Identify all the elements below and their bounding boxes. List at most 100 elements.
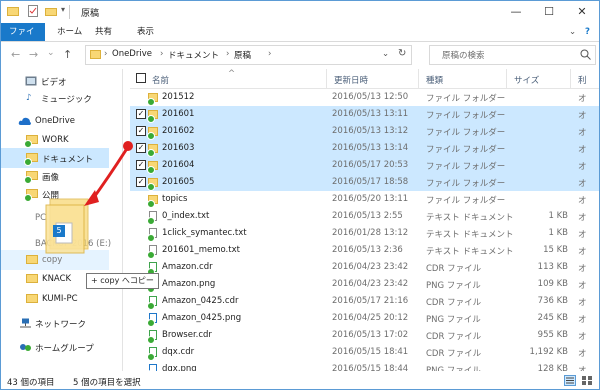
- minimize-button[interactable]: —: [501, 1, 531, 23]
- nav-item-music[interactable]: ♪ ミュージック: [1, 88, 109, 108]
- ribbon-tabs: ファイル ホーム 共有 表示 ⌄ ?: [1, 23, 599, 55]
- file-row[interactable]: topics 2016/05/20 13:11 ファイル フォルダー オ: [130, 191, 599, 208]
- file-row[interactable]: Amazon_0425.cdr 2016/05/17 21:16 CDR ファイル 7…: [130, 293, 599, 310]
- drag-ghost: 5: [40, 193, 95, 263]
- file-row[interactable]: ✓ 201602 2016/05/13 13:12 ファイル フォルダー オ: [130, 123, 599, 140]
- details-view-icon[interactable]: [564, 375, 576, 386]
- nav-item-work[interactable]: WORK: [1, 130, 109, 150]
- file-row[interactable]: 0_index.txt 2016/05/13 2:55 テキスト ドキュメント 1 K…: [130, 208, 599, 225]
- dragged-folders-icon: [45, 198, 89, 254]
- column-divider[interactable]: [418, 69, 419, 88]
- file-type: ファイル フォルダー: [426, 128, 506, 138]
- file-name: Browser.cdr: [162, 330, 212, 340]
- file-size: 1 KB: [548, 211, 568, 221]
- file-row[interactable]: dqx.cdr 2016/05/15 18:41 CDR ファイル 1,192 KB オ: [130, 344, 599, 361]
- row-checkbox[interactable]: ✓: [136, 126, 146, 136]
- row-checkbox[interactable]: ✓: [136, 143, 146, 153]
- navigation-bar: ← → ⌄ ↑ › OneDrive › ドキュメント › 原稿 › ⌄ ↻ 原…: [1, 42, 599, 68]
- file-type: テキスト ドキュメント: [426, 230, 514, 240]
- nav-item-label: KUMI-PC: [42, 294, 78, 304]
- column-divider[interactable]: [506, 69, 507, 88]
- column-extra[interactable]: 利: [578, 74, 587, 86]
- file-row[interactable]: ✓ 201605 2016/05/17 18:58 ファイル フォルダー オ: [130, 174, 599, 191]
- sync-status-icon: [147, 115, 155, 123]
- row-checkbox[interactable]: ✓: [136, 109, 146, 119]
- address-bar[interactable]: › OneDrive › ドキュメント › 原稿 › ⌄ ↻: [85, 45, 412, 65]
- file-row[interactable]: ✓ 201603 2016/05/13 13:14 ファイル フォルダー オ: [130, 140, 599, 157]
- maximize-button[interactable]: ☐: [534, 1, 564, 23]
- file-row[interactable]: Browser.cdr 2016/05/13 17:02 CDR ファイル 955 K…: [130, 327, 599, 344]
- drag-count-badge: 5: [53, 225, 65, 237]
- file-type: ファイル フォルダー: [426, 145, 506, 155]
- new-folder-icon[interactable]: [45, 5, 57, 17]
- file-row[interactable]: dqx.png 2016/05/15 18:44 PNG ファイル 128 KB オ: [130, 361, 599, 371]
- file-row[interactable]: Amazon_0425.png 2016/04/25 20:12 PNG ファイル 2…: [130, 310, 599, 327]
- forward-arrow-icon[interactable]: →: [29, 48, 38, 61]
- tab-file[interactable]: ファイル: [1, 23, 45, 55]
- file-row[interactable]: ✓ 201604 2016/05/17 20:53 ファイル フォルダー オ: [130, 157, 599, 174]
- file-size: 736 KB: [537, 296, 568, 306]
- nav-item-homegroup[interactable]: ホームグループ: [1, 337, 109, 357]
- file-date: 2016/05/20 13:11: [332, 194, 409, 204]
- file-row[interactable]: 201601_memo.txt 2016/05/13 2:36 テキスト ドキュメン…: [130, 242, 599, 259]
- refresh-icon[interactable]: ↻: [398, 48, 406, 59]
- search-icon[interactable]: [580, 49, 591, 60]
- column-name[interactable]: 名前: [152, 74, 169, 86]
- close-button[interactable]: ✕: [567, 1, 597, 23]
- title-divider: [69, 5, 70, 19]
- column-divider[interactable]: [326, 69, 327, 88]
- row-checkbox[interactable]: ✓: [136, 160, 146, 170]
- file-name: Amazon.cdr: [162, 262, 213, 272]
- nav-item-kumi-pc[interactable]: KUMI-PC: [1, 289, 109, 309]
- file-date: 2016/05/15 18:44: [332, 364, 409, 371]
- file-date: 2016/05/13 2:55: [332, 211, 403, 221]
- nav-item-label: ネットワーク: [35, 320, 87, 330]
- help-icon[interactable]: ?: [577, 23, 598, 41]
- search-box[interactable]: 原稿の検索: [429, 45, 596, 65]
- file-row[interactable]: 1click_symantec.txt 2016/01/28 13:12 テキスト …: [130, 225, 599, 242]
- recent-locations-icon[interactable]: ⌄: [47, 48, 55, 58]
- pane-splitter[interactable]: [122, 69, 123, 371]
- file-extra: オ: [578, 298, 587, 308]
- column-date[interactable]: 更新日時: [334, 74, 368, 86]
- nav-item-onedrive[interactable]: OneDrive: [1, 111, 109, 131]
- up-arrow-icon[interactable]: ↑: [63, 48, 72, 61]
- select-all-checkbox[interactable]: [136, 73, 146, 83]
- nav-item-documents[interactable]: ドキュメント: [1, 148, 109, 168]
- tab-home[interactable]: ホーム: [49, 23, 90, 41]
- address-dropdown-icon[interactable]: ⌄: [382, 49, 389, 59]
- search-input[interactable]: 原稿の検索: [442, 49, 485, 61]
- file-type: CDR ファイル: [426, 298, 482, 308]
- properties-icon[interactable]: [27, 5, 39, 17]
- large-icons-view-icon[interactable]: [581, 375, 593, 386]
- tab-share[interactable]: 共有: [87, 23, 120, 41]
- column-size[interactable]: サイズ: [514, 74, 539, 86]
- column-type[interactable]: 種類: [426, 74, 443, 86]
- nav-item-label: OneDrive: [35, 116, 75, 126]
- breadcrumb-sep: ›: [268, 49, 272, 59]
- folder-icon: [7, 5, 19, 17]
- file-row[interactable]: ✓ 201601 2016/05/13 13:11 ファイル フォルダー オ: [130, 106, 599, 123]
- file-date: 2016/05/13 12:50: [332, 92, 409, 102]
- column-divider[interactable]: [570, 69, 571, 88]
- nav-item-label: ドキュメント: [42, 155, 94, 165]
- window-title: 原稿: [81, 9, 100, 19]
- cloud-icon: [18, 117, 31, 125]
- file-size: 245 KB: [537, 313, 568, 323]
- file-extra: オ: [578, 230, 587, 240]
- nav-item-pictures[interactable]: 画像: [1, 166, 109, 186]
- breadcrumb-onedrive[interactable]: OneDrive: [112, 49, 152, 59]
- breadcrumb-sep: ›: [160, 49, 164, 59]
- row-checkbox[interactable]: ✓: [136, 177, 146, 187]
- back-arrow-icon[interactable]: ←: [11, 48, 20, 61]
- quick-access-dropdown-icon[interactable]: ▾: [61, 5, 73, 17]
- file-row[interactable]: Amazon.cdr 2016/04/23 23:42 CDR ファイル 113 KB…: [130, 259, 599, 276]
- file-row[interactable]: Amazon.png 2016/04/23 23:42 PNG ファイル 109 KB…: [130, 276, 599, 293]
- nav-item-label: ビデオ: [41, 78, 67, 88]
- breadcrumb-sep: ›: [104, 49, 108, 59]
- tab-view[interactable]: 表示: [129, 23, 162, 41]
- file-row[interactable]: 201512 2016/05/13 12:50 ファイル フォルダー オ: [130, 89, 599, 106]
- breadcrumb-current[interactable]: 原稿: [234, 49, 251, 61]
- nav-item-network[interactable]: ネットワーク: [1, 313, 109, 333]
- breadcrumb-documents[interactable]: ドキュメント: [168, 49, 219, 61]
